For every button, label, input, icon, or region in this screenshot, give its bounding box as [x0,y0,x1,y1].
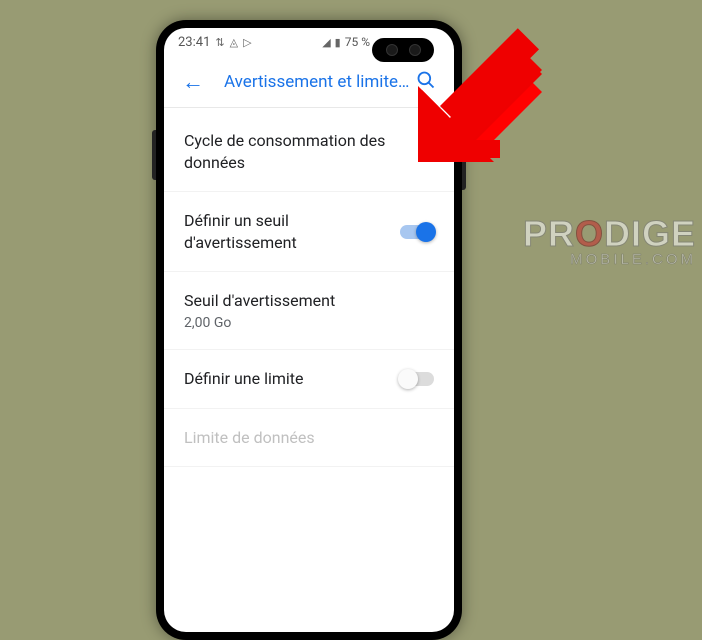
camera-notch [372,38,434,62]
phone-side-button [152,130,156,180]
toggle-switch[interactable] [400,225,434,239]
setting-title: Définir un seuil d'avertissement [184,210,386,253]
play-icon: ▷ [243,36,251,49]
status-icon: ◬ [230,36,238,49]
app-bar: ← Avertissement et limite pour l… [164,56,454,108]
phone-side-button [462,150,466,190]
setting-data-limit: Limite de données [164,409,454,468]
watermark-text: PR [523,213,575,254]
setting-data-cycle[interactable]: Cycle de consommation des données [164,112,454,192]
setting-title: Définir une limite [184,368,386,390]
setting-warning-toggle[interactable]: Définir un seuil d'avertissement [164,192,454,272]
setting-limit-toggle[interactable]: Définir une limite [164,350,454,409]
watermark-text: O [575,213,604,254]
search-icon[interactable] [410,64,442,100]
setting-subtitle: 2,00 Go [184,315,420,331]
back-button[interactable]: ← [176,63,210,101]
setting-title: Seuil d'avertissement [184,290,420,312]
settings-list: Cycle de consommation des données Défini… [164,108,454,471]
battery-percent: 75 % [345,35,370,49]
toggle-switch[interactable] [400,372,434,386]
watermark-text: DIGE [604,213,696,254]
watermark: PRODIGE MOBILE.COM [523,213,696,268]
screen: 23:41 ⇅ ◬ ▷ ◢ ▮ 75 % ← Avertissement et … [164,28,454,632]
page-title: Avertissement et limite pour l… [224,72,410,92]
phone-frame: 23:41 ⇅ ◬ ▷ ◢ ▮ 75 % ← Avertissement et … [156,20,462,640]
status-icon: ⇅ [215,36,224,49]
setting-title: Cycle de consommation des données [184,130,420,173]
setting-title: Limite de données [184,427,420,449]
status-time: 23:41 [178,35,210,50]
battery-icon: ▮ [335,36,341,49]
signal-icon: ◢ [322,36,330,49]
setting-warning-threshold[interactable]: Seuil d'avertissement 2,00 Go [164,272,454,350]
